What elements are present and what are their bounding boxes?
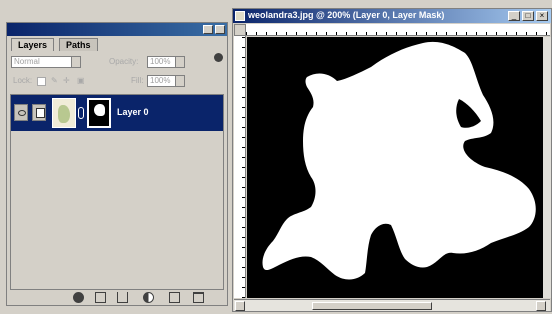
adjustment-layer-icon[interactable] [143,292,154,303]
horizontal-scrollbar[interactable] [234,299,550,311]
chevron-right-icon [175,76,184,86]
scrollbar-thumb[interactable] [312,302,432,310]
trash-icon[interactable] [193,292,204,303]
link-chain-icon[interactable] [78,107,84,119]
tab-paths[interactable]: Paths [59,38,98,51]
layer-row[interactable]: Layer 0 [11,95,223,131]
blend-row: Normal Opacity: 100% [11,56,223,70]
opacity-field[interactable]: 100% [147,56,185,68]
vertical-scrollbar[interactable] [543,37,551,298]
layer-name[interactable]: Layer 0 [117,107,149,117]
tab-layers[interactable]: Layers [11,38,55,51]
fill-label: Fill: [131,76,144,85]
palette-minimize-button[interactable] [203,25,213,34]
blend-mode-select[interactable]: Normal [11,56,81,68]
photoshop-document-icon [235,11,245,21]
add-mask-icon[interactable] [95,292,106,303]
eye-icon[interactable] [14,104,28,121]
scroll-left-button[interactable] [235,301,245,311]
layers-palette: Layers Paths Normal Opacity: 100% Lock: … [6,22,228,306]
new-set-icon[interactable] [117,292,128,303]
document-window: weolandra3.jpg @ 200% (Layer 0, Layer Ma… [232,8,552,312]
palette-titlebar[interactable] [7,23,227,36]
layer-thumbnail[interactable] [52,98,76,128]
blend-mode-value: Normal [14,57,40,66]
horizontal-ruler[interactable] [246,24,550,36]
lock-transparency-icon[interactable] [37,77,46,86]
chevron-down-icon [71,57,80,67]
fill-field[interactable]: 100% [147,75,185,87]
opacity-label: Opacity: [109,57,139,66]
lock-brush-icon[interactable]: ✎ [51,75,58,87]
document-title: weolandra3.jpg @ 200% (Layer 0, Layer Ma… [248,10,445,20]
layer-style-icon[interactable] [73,292,84,303]
close-button[interactable]: × [536,11,548,21]
scroll-right-button[interactable] [536,301,546,311]
mask-edit-icon[interactable] [32,104,46,121]
layer-list: Layer 0 [10,94,224,290]
vertical-ruler[interactable] [234,36,246,298]
palette-bottom-bar [7,291,227,305]
document-titlebar[interactable]: weolandra3.jpg @ 200% (Layer 0, Layer Ma… [233,9,551,23]
layer-mask-thumbnail[interactable] [87,98,111,128]
document-canvas[interactable] [247,37,543,298]
lock-move-icon[interactable]: ✛ [63,75,70,87]
layer-mask-shape [262,41,536,280]
fill-value: 100% [150,76,171,85]
maximize-button[interactable]: □ [522,11,534,21]
opacity-value: 100% [150,57,171,66]
palette-close-button[interactable] [215,25,225,34]
palette-tabs: Layers Paths [7,37,227,62]
lock-label: Lock: [13,76,33,85]
minimize-button[interactable]: _ [508,11,520,21]
new-layer-icon[interactable] [169,292,180,303]
lock-row: Lock: ✎ ✛ ▣ Fill: 100% [11,75,223,89]
lock-all-icon[interactable]: ▣ [77,75,85,87]
ruler-corner[interactable] [234,24,246,36]
chevron-right-icon [175,57,184,67]
